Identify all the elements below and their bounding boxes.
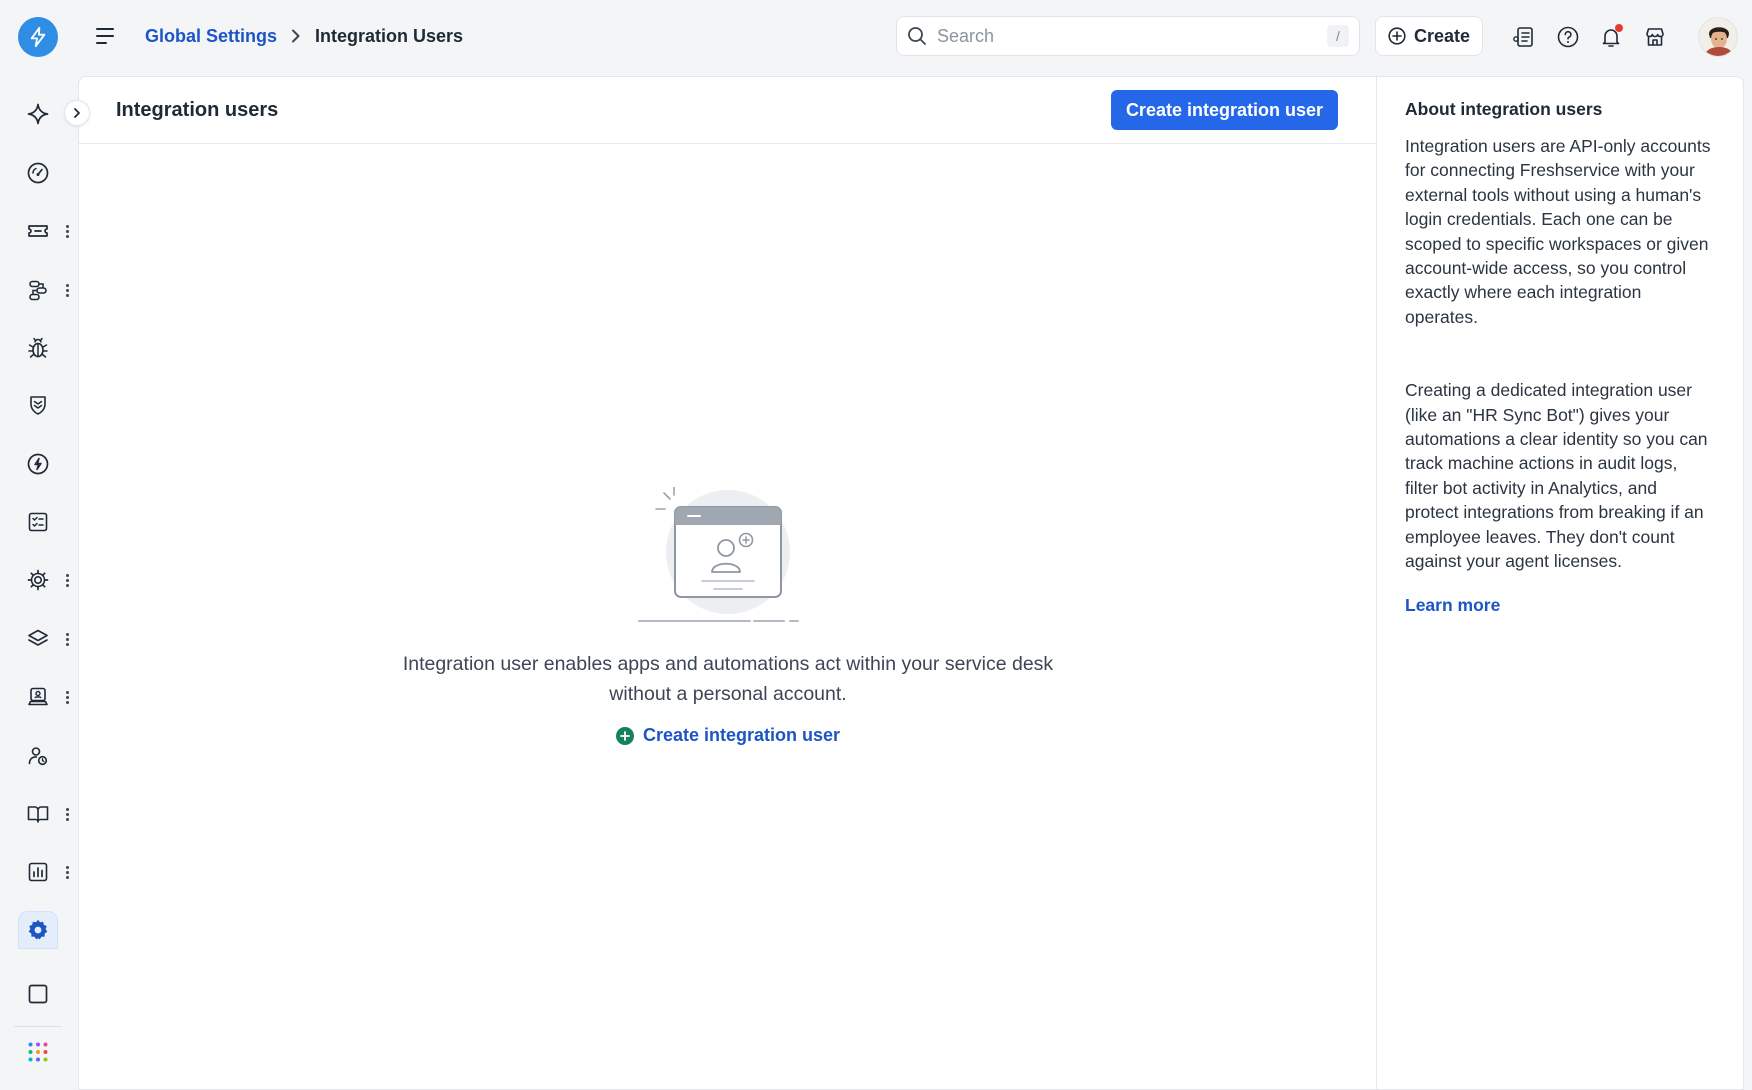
- chevron-right-icon: [291, 29, 301, 43]
- task-list-icon: [1513, 27, 1533, 47]
- nav-analytics-more[interactable]: [62, 862, 72, 882]
- nav-apps[interactable]: [18, 1032, 58, 1072]
- checklist-icon: [28, 512, 48, 532]
- nav-tickets[interactable]: [18, 211, 58, 251]
- info-panel-title: About integration users: [1405, 99, 1603, 119]
- page-title: Integration users: [116, 98, 279, 121]
- search-icon: [908, 27, 926, 45]
- bug-icon: [28, 337, 48, 358]
- avatar-icon: [1699, 18, 1737, 56]
- notifications-button[interactable]: [1598, 24, 1624, 50]
- marketplace-button[interactable]: [1642, 24, 1668, 50]
- hamburger-menu-button[interactable]: [94, 24, 118, 48]
- chart-icon: [28, 862, 48, 882]
- nav-workflows-more[interactable]: [62, 280, 72, 300]
- main-panel: Integration users Create integration use…: [78, 76, 1376, 1090]
- nav-workspace[interactable]: [18, 974, 58, 1014]
- task-list-button[interactable]: [1511, 24, 1537, 50]
- nav-dashboard[interactable]: [18, 153, 58, 193]
- nav-workflows[interactable]: [18, 270, 58, 310]
- square-icon: [28, 984, 48, 1004]
- nav-tasks[interactable]: [18, 502, 58, 542]
- create-integration-user-link-label: Create integration user: [642, 725, 841, 745]
- chevron-right-icon: [74, 108, 80, 118]
- create-button[interactable]: Create: [1375, 16, 1483, 56]
- search-input[interactable]: [937, 25, 1327, 47]
- help-button[interactable]: [1555, 24, 1581, 50]
- nav-security[interactable]: [18, 385, 58, 425]
- search-shortcut-hint: /: [1327, 25, 1349, 47]
- ticket-icon: [28, 225, 48, 237]
- nav-devices[interactable]: [18, 677, 58, 717]
- bolt-icon: [30, 26, 46, 48]
- nav-people[interactable]: [18, 736, 58, 776]
- nav-divider: [14, 1026, 62, 1027]
- info-panel-paragraph-2: Creating a dedicated integration user (l…: [1405, 380, 1708, 572]
- breadcrumb: Global Settings Integration Users: [145, 22, 463, 50]
- info-panel: About integration users Integration user…: [1376, 76, 1744, 1090]
- settings-icon: [28, 919, 48, 940]
- nav-analytics[interactable]: [18, 852, 58, 892]
- dashboard-icon: [27, 162, 49, 184]
- nav-assets[interactable]: [18, 619, 58, 659]
- layers-icon: [28, 629, 48, 646]
- notification-badge: [1615, 24, 1623, 32]
- nav-tickets-more[interactable]: [62, 221, 72, 241]
- plus-circle-icon: [615, 726, 634, 745]
- create-integration-user-button[interactable]: Create integration user: [1110, 90, 1338, 130]
- shield-icon: [30, 396, 46, 415]
- info-panel-paragraph-1: Integration users are API-only accounts …: [1405, 136, 1711, 327]
- empty-state-message: Integration user enables apps and automa…: [402, 653, 1054, 705]
- nav-changes[interactable]: [18, 444, 58, 484]
- user-gear-icon: [28, 747, 48, 766]
- nav-solutions-more[interactable]: [62, 804, 72, 824]
- learn-more-link[interactable]: Learn more: [1405, 595, 1500, 616]
- nav-admin-settings[interactable]: [18, 911, 58, 949]
- nav-assets-more[interactable]: [62, 629, 72, 649]
- global-search[interactable]: /: [896, 16, 1360, 56]
- change-icon: [27, 453, 49, 475]
- nav-freddy-ai[interactable]: [18, 94, 58, 134]
- sparkle-icon: [27, 103, 49, 125]
- expand-sidebar-button[interactable]: [64, 100, 90, 126]
- help-icon: [1557, 26, 1579, 48]
- left-navigation: [0, 80, 76, 1090]
- freshservice-logo[interactable]: [18, 17, 58, 57]
- nav-solutions[interactable]: [18, 794, 58, 834]
- create-button-label: Create: [1413, 25, 1471, 46]
- breadcrumb-current: Integration Users: [315, 25, 464, 46]
- user-avatar[interactable]: [1698, 17, 1738, 57]
- hamburger-icon: [96, 28, 114, 44]
- page-header: Integration users Create integration use…: [79, 77, 1376, 144]
- laptop-icon: [28, 687, 48, 706]
- top-bar: Global Settings Integration Users / Crea…: [0, 0, 1752, 72]
- store-icon: [1646, 28, 1664, 46]
- book-icon: [27, 806, 49, 823]
- empty-state: Integration user enables apps and automa…: [79, 487, 1377, 746]
- nav-automations[interactable]: [18, 560, 58, 600]
- plus-circle-icon: [1388, 27, 1406, 45]
- flow-icon: [29, 280, 47, 301]
- breadcrumb-global-settings[interactable]: Global Settings: [145, 26, 277, 47]
- nav-problems[interactable]: [18, 328, 58, 368]
- empty-state-illustration-icon: [638, 487, 799, 622]
- create-integration-user-link[interactable]: Create integration user: [615, 725, 841, 746]
- apps-grid-icon: [28, 1042, 48, 1062]
- nav-devices-more[interactable]: [62, 687, 72, 707]
- nav-automations-more[interactable]: [62, 570, 72, 590]
- gears-icon: [27, 569, 49, 591]
